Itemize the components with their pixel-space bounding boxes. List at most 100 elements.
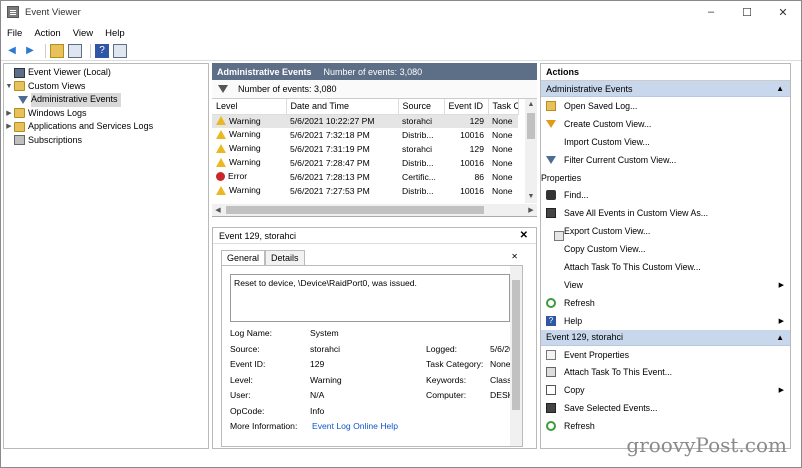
- tab-general[interactable]: General: [221, 250, 266, 266]
- toolbar-separator: [45, 43, 46, 58]
- close-icon[interactable]: ✕: [511, 252, 518, 261]
- close-icon[interactable]: ✕: [520, 230, 528, 241]
- menu-action[interactable]: Action: [28, 28, 66, 39]
- event-task: None: [492, 158, 513, 168]
- column-header-task-category[interactable]: Task Ca: [488, 99, 519, 115]
- action-open-saved-log[interactable]: Open Saved Log...: [541, 97, 790, 115]
- collapse-icon[interactable]: ▲: [776, 333, 784, 342]
- event-id: 129: [469, 144, 484, 154]
- folder-icon: [546, 100, 556, 111]
- action-save-selected-events[interactable]: Save Selected Events...: [541, 399, 790, 417]
- value-task-category: None: [490, 359, 511, 369]
- scroll-thumb[interactable]: [512, 280, 520, 410]
- close-button[interactable]: ✕: [765, 1, 801, 23]
- action-copy-custom-view[interactable]: Copy Custom View...: [541, 240, 790, 258]
- event-level: Warning: [229, 129, 261, 140]
- actions-pane: Actions Administrative Events ▲ Open Sav…: [540, 63, 791, 449]
- toolbar: ◀ ▶ ?: [1, 41, 801, 61]
- filter-icon: [18, 95, 28, 104]
- column-header-source[interactable]: Source: [398, 99, 445, 115]
- forward-arrow-icon[interactable]: ▶: [23, 44, 37, 58]
- event-viewer-window: Event Viewer – ☐ ✕ File Action View Help…: [0, 0, 802, 468]
- action-attach-task-custom-view[interactable]: Attach Task To This Custom View...: [541, 258, 790, 276]
- column-header-event-id[interactable]: Event ID: [444, 99, 489, 115]
- table-row[interactable]: Warning 5/6/2021 10:22:27 PM storahci 12…: [212, 114, 518, 128]
- blank-icon: [546, 137, 556, 147]
- chevron-right-icon[interactable]: ▶: [4, 107, 14, 121]
- table-row[interactable]: Warning 5/6/2021 7:31:19 PM storahci 129…: [212, 142, 518, 156]
- action-label: Open Saved Log...: [564, 100, 638, 111]
- tree-item-administrative-events[interactable]: Administrative Events: [4, 93, 208, 107]
- tree-item-custom-views[interactable]: ▼ Custom Views: [4, 80, 208, 94]
- action-copy[interactable]: Copy ▶: [541, 381, 790, 399]
- warning-icon: [216, 129, 226, 139]
- action-save-all-events[interactable]: Save All Events in Custom View As...: [541, 204, 790, 222]
- events-horizontal-scrollbar[interactable]: ◀ ▶: [212, 204, 537, 216]
- funnel-icon: [218, 85, 228, 93]
- blank-icon: [546, 244, 556, 254]
- tree-item-event-viewer-local[interactable]: Event Viewer (Local): [4, 66, 208, 80]
- action-filter-current-custom-view[interactable]: Filter Current Custom View...: [541, 151, 790, 169]
- action-export-custom-view[interactable]: Export Custom View...: [541, 222, 790, 240]
- detail-vertical-scrollbar[interactable]: [510, 266, 522, 446]
- scroll-thumb[interactable]: [226, 206, 484, 214]
- group-label: Event 129, storahci: [546, 332, 624, 343]
- menu-view[interactable]: View: [67, 28, 99, 39]
- events-grid: Level Date and Time Source Event ID Task…: [212, 99, 537, 217]
- show-hide-console-tree-icon[interactable]: [68, 43, 82, 58]
- action-create-custom-view[interactable]: Create Custom View...: [541, 115, 790, 133]
- action-label: Refresh: [564, 421, 595, 432]
- toolbar-separator: [90, 43, 91, 58]
- scroll-right-icon[interactable]: ▶: [525, 206, 537, 214]
- detail-tabs: General Details: [221, 250, 305, 266]
- action-label: Create Custom View...: [564, 118, 652, 129]
- submenu-arrow-icon: ▶: [778, 387, 784, 395]
- tree-label: Event Viewer (Local): [28, 67, 111, 77]
- chevron-down-icon[interactable]: ▼: [4, 80, 14, 94]
- show-hide-action-pane-icon[interactable]: [113, 43, 127, 58]
- tree-item-windows-logs[interactable]: ▶ Windows Logs: [4, 107, 208, 121]
- column-header-date-time[interactable]: Date and Time: [286, 99, 399, 115]
- table-row[interactable]: Error 5/6/2021 7:28:13 PM Certific... 86…: [212, 170, 518, 184]
- action-import-custom-view[interactable]: Import Custom View...: [541, 133, 790, 151]
- action-attach-task-event[interactable]: Attach Task To This Event...: [541, 363, 790, 381]
- scroll-up-icon[interactable]: ▲: [525, 99, 537, 111]
- scroll-down-icon[interactable]: ▼: [525, 191, 537, 203]
- tree-item-applications-services-logs[interactable]: ▶ Applications and Services Logs: [4, 120, 208, 134]
- table-row[interactable]: Warning 5/6/2021 7:28:47 PM Distrib... 1…: [212, 156, 518, 170]
- action-find[interactable]: Find...: [541, 186, 790, 204]
- action-properties[interactable]: Properties: [541, 169, 790, 241]
- events-vertical-scrollbar[interactable]: ▲ ▼: [525, 99, 537, 203]
- event-log-online-help-link[interactable]: Event Log Online Help: [312, 421, 398, 433]
- maximize-button[interactable]: ☐: [729, 1, 765, 23]
- warning-icon: [216, 143, 226, 153]
- back-arrow-icon[interactable]: ◀: [5, 44, 19, 58]
- action-refresh[interactable]: Refresh: [541, 294, 790, 312]
- actions-group-event[interactable]: Event 129, storahci ▲: [541, 329, 790, 346]
- events-pane-header: Administrative Events Number of events: …: [212, 63, 537, 80]
- events-pane: Administrative Events Number of events: …: [212, 63, 537, 449]
- chevron-right-icon[interactable]: ▶: [4, 120, 14, 134]
- event-date: 5/6/2021 7:31:19 PM: [290, 144, 370, 154]
- action-help[interactable]: ? Help ▶: [541, 312, 790, 330]
- table-row[interactable]: Warning 5/6/2021 7:27:53 PM Distrib... 1…: [212, 184, 518, 198]
- tree-item-subscriptions[interactable]: Subscriptions: [4, 134, 208, 148]
- help-icon[interactable]: ?: [95, 43, 109, 58]
- up-folder-icon[interactable]: [50, 43, 64, 58]
- action-view[interactable]: View ▶: [541, 276, 790, 294]
- collapse-icon[interactable]: ▲: [776, 84, 784, 93]
- label-logged: Logged:: [426, 343, 458, 354]
- menu-help[interactable]: Help: [99, 28, 131, 39]
- column-header-level[interactable]: Level: [212, 99, 287, 115]
- event-date: 5/6/2021 7:27:53 PM: [290, 186, 370, 196]
- table-row[interactable]: Warning 5/6/2021 7:32:18 PM Distrib... 1…: [212, 128, 518, 142]
- actions-group-administrative-events[interactable]: Administrative Events ▲: [541, 81, 790, 97]
- tree-label: Custom Views: [28, 80, 86, 91]
- menu-file[interactable]: File: [1, 28, 28, 39]
- scroll-thumb[interactable]: [527, 113, 535, 139]
- label-user: User:: [230, 390, 251, 400]
- minimize-button[interactable]: –: [693, 1, 729, 23]
- action-event-properties[interactable]: Event Properties: [541, 346, 790, 364]
- tab-details[interactable]: Details: [265, 250, 305, 266]
- scroll-left-icon[interactable]: ◀: [212, 206, 224, 214]
